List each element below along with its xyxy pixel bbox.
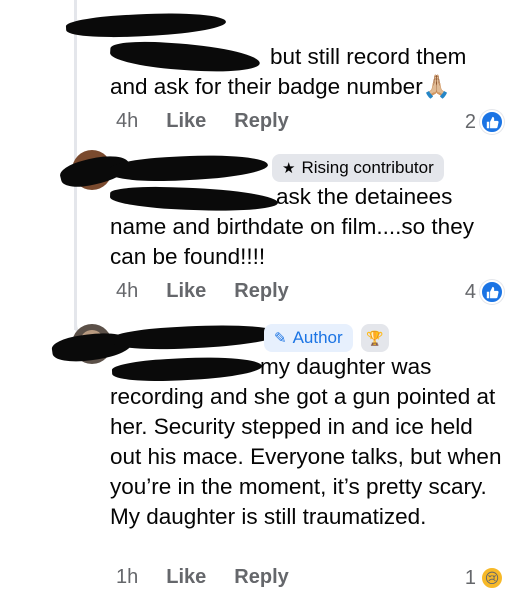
comment-text: but still record them and ask for their … bbox=[110, 44, 467, 99]
comment-body: ask the detainees name and birthdate on … bbox=[110, 182, 506, 272]
redacted-name bbox=[111, 321, 281, 353]
comment-text: my daughter was recording and she got a … bbox=[110, 354, 502, 529]
reaction-summary[interactable]: 2 bbox=[465, 110, 504, 134]
reaction-summary[interactable]: 4 bbox=[465, 280, 504, 304]
comment-header: ✎ Author 🏆 bbox=[264, 324, 389, 352]
comment-header: ★ Rising contributor bbox=[272, 154, 444, 182]
sad-face-icon: 😢 bbox=[480, 566, 504, 590]
like-button[interactable]: Like bbox=[166, 110, 206, 133]
like-button[interactable]: Like bbox=[166, 566, 206, 589]
comment-time: 1h bbox=[116, 566, 139, 588]
star-icon: ★ bbox=[282, 160, 296, 177]
reply-button[interactable]: Reply bbox=[234, 110, 288, 133]
reply-button[interactable]: Reply bbox=[234, 280, 288, 303]
badge-label: Author bbox=[292, 328, 343, 347]
like-button[interactable]: Like bbox=[166, 280, 206, 303]
comment-time: 4h bbox=[116, 280, 139, 302]
comment-text: ask the detainees name and birthdate on … bbox=[110, 184, 474, 269]
reply-button[interactable]: Reply bbox=[234, 566, 288, 589]
trophy-icon[interactable]: 🏆 bbox=[360, 324, 389, 352]
contributor-badge[interactable]: ★ Rising contributor bbox=[272, 154, 444, 182]
comment-body: my daughter was recording and she got a … bbox=[110, 352, 506, 532]
comment-time: 4h bbox=[116, 110, 139, 132]
comment-actions: 4h Like Reply bbox=[116, 110, 289, 133]
pencil-icon: ✎ bbox=[274, 330, 287, 347]
author-badge[interactable]: ✎ Author bbox=[264, 324, 353, 352]
reaction-count: 4 bbox=[464, 280, 476, 303]
comment-actions: 4h Like Reply bbox=[116, 280, 289, 303]
comment-body: but still record them and ask for their … bbox=[110, 42, 506, 102]
reaction-summary[interactable]: 1 😢 bbox=[465, 566, 504, 590]
badge-label: Rising contributor bbox=[301, 158, 434, 177]
redacted-name bbox=[109, 151, 269, 185]
reaction-count: 1 bbox=[464, 566, 476, 589]
like-icon bbox=[480, 110, 504, 134]
comment-actions: 1h Like Reply bbox=[116, 566, 289, 589]
like-icon bbox=[480, 280, 504, 304]
reaction-count: 2 bbox=[464, 110, 476, 133]
